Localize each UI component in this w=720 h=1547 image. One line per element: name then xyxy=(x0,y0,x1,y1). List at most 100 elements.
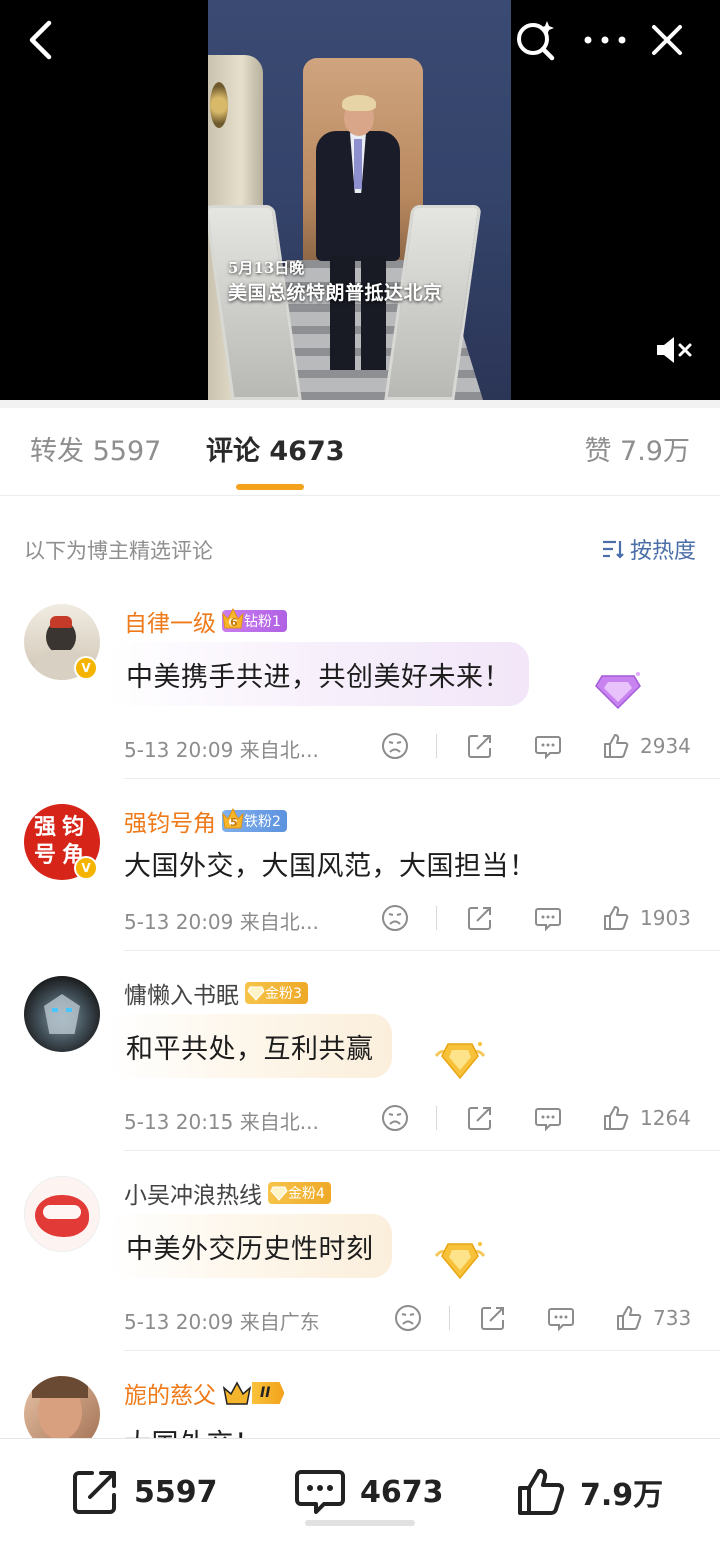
action-separator xyxy=(449,1306,450,1330)
video-caption: 5月13日晚 美国总统特朗普抵达北京 xyxy=(228,258,443,308)
verified-badge-icon: V xyxy=(74,656,98,680)
comment-text[interactable]: 中美携手共进，共创美好未来！ xyxy=(126,655,511,694)
bottom-repost-button[interactable]: 5597 xyxy=(70,1467,218,1517)
avatar[interactable] xyxy=(24,1176,100,1252)
comment-text[interactable]: 大国外交，大国风范，大国担当！ xyxy=(124,844,537,883)
verified-badge-icon: V xyxy=(74,856,98,880)
comment-time-location: 5-13 20:09 来自北... xyxy=(124,910,319,934)
comment-bubble-icon xyxy=(535,736,561,760)
tab-repost[interactable]: 转发 5597 xyxy=(30,434,161,470)
chevron-left-icon xyxy=(29,20,52,60)
section-divider xyxy=(0,400,720,408)
share-icon xyxy=(481,1307,504,1330)
avatar[interactable] xyxy=(24,976,100,1052)
share-icon xyxy=(73,1471,116,1514)
fan-level: 6 xyxy=(230,616,238,629)
row-divider xyxy=(124,778,720,779)
home-indicator[interactable] xyxy=(305,1520,415,1526)
presidential-seal xyxy=(210,82,228,128)
more-dots-icon xyxy=(584,36,626,44)
repost-comment-button[interactable] xyxy=(466,1104,494,1132)
like-button[interactable]: 1264 xyxy=(602,1104,691,1132)
like-count: 733 xyxy=(653,1306,692,1330)
comment-bubble: 和平共处，互利共赢 xyxy=(108,1014,392,1078)
username-row: 强钧号角 5 铁粉2 xyxy=(124,804,287,838)
thumbs-up-icon xyxy=(518,1468,565,1515)
reply-button[interactable] xyxy=(534,1104,562,1132)
username-row: 小吴冲浪热线 金粉4 xyxy=(124,1176,331,1210)
fan-badge[interactable]: 金粉3 xyxy=(245,982,308,1004)
ai-search-icon xyxy=(517,21,555,61)
reply-button[interactable] xyxy=(547,1304,575,1332)
comment-time-location: 5-13 20:15 来自北... xyxy=(124,1110,319,1134)
tab-comments[interactable]: 评论 4673 xyxy=(206,434,345,470)
like-count: 1903 xyxy=(640,906,691,930)
like-count: 2934 xyxy=(640,734,691,758)
svip-level: II xyxy=(252,1382,285,1404)
close-icon xyxy=(652,25,682,55)
comment-bubble-icon xyxy=(535,1108,561,1132)
fan-badge-label: 钻粉1 xyxy=(244,614,281,630)
reply-button[interactable] xyxy=(534,732,562,760)
video-frame xyxy=(208,0,511,400)
reply-button[interactable] xyxy=(534,904,562,932)
thumbs-up-icon xyxy=(604,1106,629,1130)
repost-comment-button[interactable] xyxy=(466,732,494,760)
sad-face-icon xyxy=(395,1305,421,1331)
comment-time-location: 5-13 20:09 来自北... xyxy=(124,738,319,762)
share-icon xyxy=(468,1107,491,1130)
dislike-button[interactable] xyxy=(381,1104,409,1132)
fan-badge-label: 金粉4 xyxy=(288,1186,325,1202)
gold-gem-icon xyxy=(270,1186,288,1201)
username[interactable]: 自律一级 xyxy=(124,604,216,638)
repost-comment-button[interactable] xyxy=(466,904,494,932)
repost-comment-button[interactable] xyxy=(479,1304,507,1332)
bottom-like-button[interactable]: 7.9万 xyxy=(516,1467,663,1517)
tab-likes[interactable]: 赞 7.9万 xyxy=(584,434,690,470)
video-player[interactable]: 5月13日晚 美国总统特朗普抵达北京 xyxy=(0,0,720,400)
picked-comments-label: 以下为博主精选评论 xyxy=(24,539,213,563)
like-button[interactable]: 1903 xyxy=(602,904,691,932)
row-divider xyxy=(124,1350,720,1351)
fan-badge[interactable]: 5 铁粉2 xyxy=(222,807,287,832)
username-row: 旎的慈父 II xyxy=(124,1376,285,1410)
diamond-decoration-icon xyxy=(595,672,641,710)
row-divider xyxy=(124,1150,720,1151)
sad-face-icon xyxy=(382,733,408,759)
comment-text[interactable]: 和平共处，互利共赢 xyxy=(126,1027,374,1066)
mute-button[interactable] xyxy=(650,328,700,372)
dislike-button[interactable] xyxy=(394,1304,422,1332)
svip-badge[interactable]: II xyxy=(222,1380,285,1406)
bottom-comment-count: 4673 xyxy=(360,1474,444,1510)
username[interactable]: 强钧号角 xyxy=(124,804,216,838)
comment-bubble-icon xyxy=(295,1470,345,1514)
search-button[interactable] xyxy=(512,16,560,64)
comment-bubble-icon xyxy=(548,1308,574,1332)
sad-face-icon xyxy=(382,1105,408,1131)
like-button[interactable]: 2934 xyxy=(602,732,691,760)
action-separator xyxy=(436,734,437,758)
gold-gem-icon xyxy=(247,986,265,1001)
thumbs-up-icon xyxy=(604,906,629,930)
fan-level: 5 xyxy=(230,816,238,829)
username[interactable]: 旎的慈父 xyxy=(124,1376,216,1410)
sort-icon xyxy=(602,540,624,559)
bottom-like-count: 7.9万 xyxy=(580,1478,664,1513)
close-button[interactable] xyxy=(644,16,690,64)
more-button[interactable] xyxy=(580,16,630,64)
fan-badge[interactable]: 金粉4 xyxy=(268,1182,331,1204)
speaker-muted-icon xyxy=(657,337,692,363)
row-divider xyxy=(124,950,720,951)
like-button[interactable]: 733 xyxy=(615,1304,691,1332)
share-icon xyxy=(468,907,491,930)
username[interactable]: 慵懒入书眠 xyxy=(124,976,239,1010)
comment-bubble-icon xyxy=(535,908,561,932)
sort-by-heat-button[interactable]: 按热度 xyxy=(602,533,696,565)
dislike-button[interactable] xyxy=(381,904,409,932)
fan-badge[interactable]: 6 钻粉1 xyxy=(222,607,287,632)
username[interactable]: 小吴冲浪热线 xyxy=(124,1176,262,1210)
back-button[interactable] xyxy=(18,16,62,64)
dislike-button[interactable] xyxy=(381,732,409,760)
comment-text[interactable]: 中美外交历史性时刻 xyxy=(126,1227,374,1266)
gold-gem-decoration-icon xyxy=(434,1242,486,1280)
